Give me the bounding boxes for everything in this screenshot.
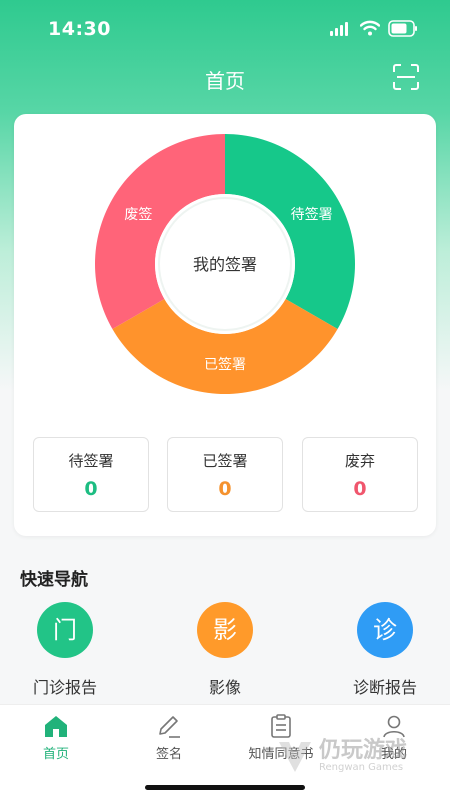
quick-nav-label: 诊断报告 — [352, 678, 417, 697]
stat-pending-value: 0 — [84, 478, 98, 500]
stat-discarded-value: 0 — [353, 478, 367, 500]
signal-icon — [330, 22, 348, 36]
tab-home[interactable]: 首页 — [0, 705, 112, 765]
stat-signed-value: 0 — [218, 478, 232, 500]
battery-icon — [388, 20, 417, 37]
nav-bar: 首页 — [0, 58, 450, 102]
stat-signed[interactable]: 已签署 0 — [167, 437, 283, 512]
wifi-icon — [360, 20, 380, 36]
stat-discarded[interactable]: 废弃 0 — [302, 437, 418, 512]
signature-summary-card: 我的签署 待签署 已签署 废签 待签署 0 已签署 0 废弃 0 — [14, 114, 436, 536]
watermark-logo-icon — [279, 742, 311, 772]
chart-center-label: 我的签署 — [193, 255, 257, 274]
tab-sign-label: 签名 — [155, 747, 182, 762]
home-icon — [45, 716, 67, 737]
quick-nav-diagnosis-report[interactable]: 诊 诊断报告 — [330, 602, 440, 697]
donut-slice-label: 废签 — [124, 206, 152, 223]
stat-pending-label: 待签署 — [68, 452, 114, 470]
quick-nav-outpatient-report[interactable]: 门 门诊报告 — [10, 602, 120, 697]
home-indicator — [145, 785, 305, 790]
tab-home-label: 首页 — [42, 747, 69, 762]
stat-pending[interactable]: 待签署 0 — [33, 437, 149, 512]
watermark-text: 仍玩游戏 — [319, 738, 408, 763]
watermark: 仍玩游戏 Rengwan Games — [275, 732, 435, 782]
diagnosis-icon: 诊 — [357, 602, 413, 658]
tab-sign[interactable]: 签名 — [113, 705, 225, 765]
imaging-icon: 影 — [197, 602, 253, 658]
outpatient-icon: 门 — [37, 602, 93, 658]
quick-nav-imaging[interactable]: 影 影像 — [170, 602, 280, 697]
stat-signed-label: 已签署 — [202, 452, 248, 470]
quick-nav-label: 影像 — [208, 678, 241, 697]
page-title: 首页 — [205, 69, 245, 93]
quick-nav-title: 快速导航 — [20, 570, 88, 590]
donut-slice-label: 已签署 — [204, 356, 246, 373]
donut-slice-label: 待签署 — [291, 206, 333, 223]
signature-donut-chart: 我的签署 待签署已签署 废签 — [94, 134, 356, 394]
status-time: 14:30 — [48, 18, 111, 40]
pen-icon — [159, 716, 180, 738]
quick-nav-label: 门诊报告 — [32, 678, 97, 697]
stat-discarded-label: 废弃 — [344, 452, 375, 470]
watermark-subtext: Rengwan Games — [319, 762, 404, 773]
scan-icon[interactable] — [393, 64, 419, 90]
status-bar: 14:30 — [0, 0, 450, 58]
